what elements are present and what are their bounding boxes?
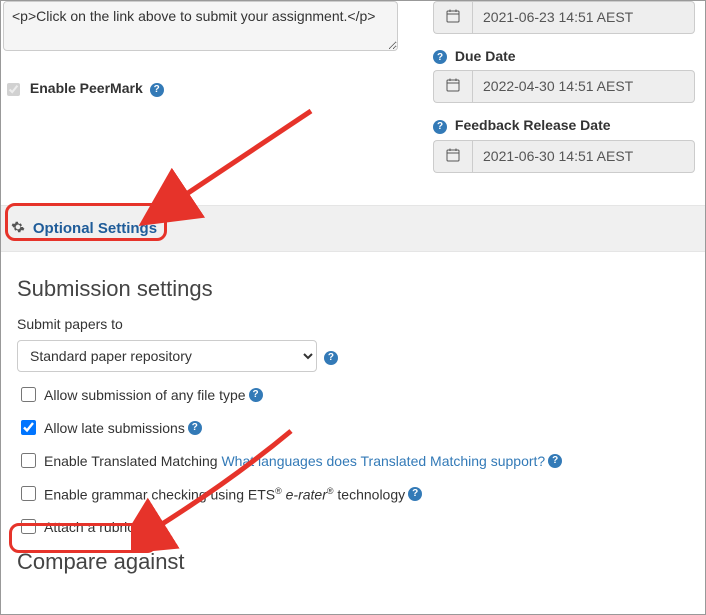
translated-matching-link[interactable]: What languages does Translated Matching … — [221, 453, 545, 469]
allow-any-file-checkbox[interactable] — [21, 387, 36, 402]
help-icon[interactable]: ? — [408, 487, 422, 501]
allow-late-label: Allow late submissions — [44, 420, 185, 436]
optional-settings-toggle[interactable]: Optional Settings — [33, 220, 157, 237]
compare-against-heading: Compare against — [17, 549, 689, 575]
attach-rubric-label: Attach a rubric — [44, 519, 134, 535]
translated-matching-label: Enable Translated Matching — [44, 453, 218, 469]
submit-papers-to-select[interactable]: Standard paper repository — [17, 340, 317, 372]
gear-icon — [11, 220, 25, 237]
feedback-release-label: Feedback Release Date — [455, 117, 611, 133]
start-date-field[interactable]: 2021-06-23 14:51 AEST — [472, 1, 695, 34]
help-icon[interactable]: ? — [433, 120, 447, 134]
translated-matching-checkbox[interactable] — [21, 453, 36, 468]
help-icon[interactable]: ? — [548, 454, 562, 468]
submit-papers-to-label: Submit papers to — [17, 316, 689, 332]
due-date-field[interactable]: 2022-04-30 14:51 AEST — [472, 70, 695, 103]
grammar-check-label: Enable grammar checking using ETS® e-rat… — [44, 486, 405, 503]
help-icon[interactable]: ? — [150, 83, 164, 97]
instructions-textarea[interactable]: <p>Click on the link above to submit you… — [3, 1, 398, 51]
help-icon[interactable]: ? — [188, 421, 202, 435]
submission-settings-heading: Submission settings — [17, 276, 689, 302]
enable-peermark-checkbox[interactable] — [7, 83, 20, 96]
grammar-check-checkbox[interactable] — [21, 486, 36, 501]
help-icon[interactable]: ? — [249, 388, 263, 402]
help-icon[interactable]: ? — [324, 351, 338, 365]
feedback-release-field[interactable]: 2021-06-30 14:51 AEST — [472, 140, 695, 173]
help-icon[interactable]: ? — [137, 520, 151, 534]
allow-any-file-label: Allow submission of any file type — [44, 387, 246, 403]
help-icon[interactable]: ? — [433, 50, 447, 64]
enable-peermark-label: Enable PeerMark — [30, 80, 143, 96]
due-date-label: Due Date — [455, 48, 516, 64]
calendar-icon[interactable] — [433, 1, 472, 34]
calendar-icon[interactable] — [433, 70, 472, 103]
attach-rubric-checkbox[interactable] — [21, 519, 36, 534]
calendar-icon[interactable] — [433, 140, 472, 173]
allow-late-checkbox[interactable] — [21, 420, 36, 435]
